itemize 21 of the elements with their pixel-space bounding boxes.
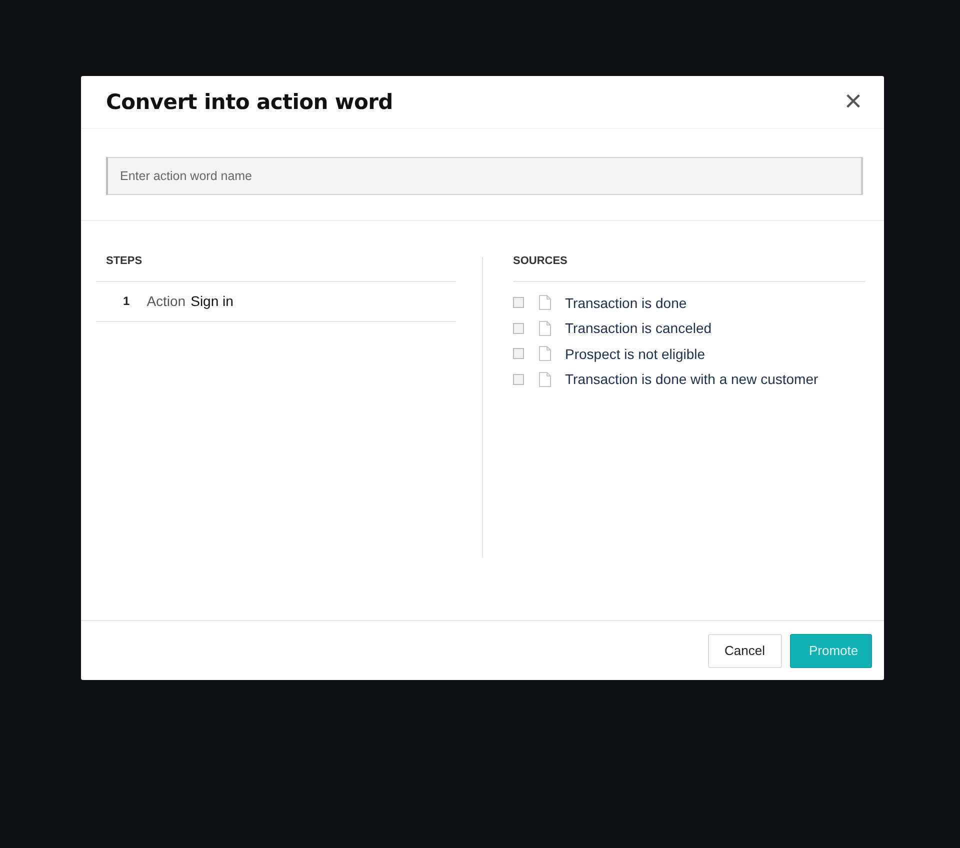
action-word-name-field[interactable]: Enter action word name [106,157,863,195]
checkbox[interactable] [513,348,524,360]
checkbox[interactable] [513,297,524,308]
checkbox[interactable] [513,322,524,334]
document-icon [539,346,551,362]
source-link[interactable]: Transaction is done with a new customer [565,371,818,388]
step-number: 1 [123,294,130,308]
document-icon [539,320,551,336]
source-link[interactable]: Transaction is canceled [565,320,712,336]
source-link[interactable]: Prospect is not eligible [565,346,706,362]
checkbox[interactable] [513,374,524,385]
close-button[interactable]: × [842,88,864,116]
steps-heading: STEPS [96,255,456,282]
dialog-title: Convert into action word [106,90,393,114]
sources-heading: SOURCES [513,255,865,282]
cancel-button[interactable]: Cancel [708,634,782,668]
step-text: Sign in [190,293,234,309]
step-keyword: Action [146,293,186,309]
source-link[interactable]: Transaction is done [565,294,687,311]
document-icon [539,295,551,310]
document-icon [539,372,551,387]
